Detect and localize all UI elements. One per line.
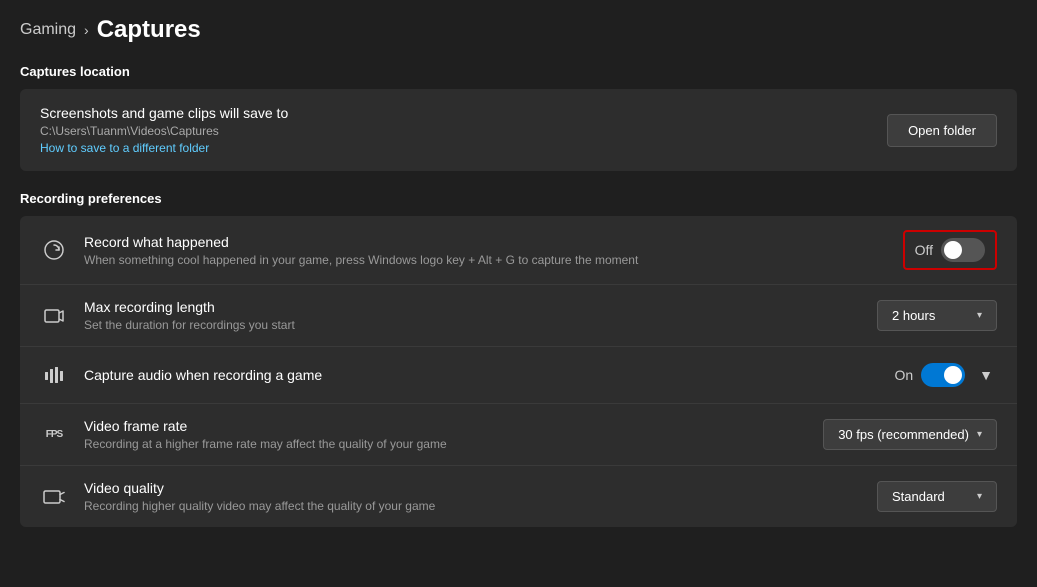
setting-text-max-recording: Max recording length Set the duration fo… xyxy=(84,299,295,332)
record-toggle[interactable] xyxy=(941,238,985,262)
max-recording-name: Max recording length xyxy=(84,299,295,315)
setting-row-frame-rate: FPS Video frame rate Recording at a high… xyxy=(20,404,1017,466)
video-frame-rate-icon: FPS xyxy=(40,421,68,449)
max-recording-value: 2 hours xyxy=(892,308,935,323)
frame-rate-dropdown[interactable]: 30 fps (recommended) ▾ xyxy=(823,419,997,450)
video-frame-rate-desc: Recording at a higher frame rate may aff… xyxy=(84,437,447,451)
video-frame-rate-name: Video frame rate xyxy=(84,418,447,434)
record-toggle-container: Off xyxy=(915,238,985,262)
recording-preferences-title: Recording preferences xyxy=(20,191,1017,206)
record-toggle-label: Off xyxy=(915,242,933,258)
settings-card: Record what happened When something cool… xyxy=(20,216,1017,527)
captures-location-title: Captures location xyxy=(20,64,1017,79)
audio-toggle[interactable] xyxy=(921,363,965,387)
different-folder-link[interactable]: How to save to a different folder xyxy=(40,141,288,155)
setting-left-frame-rate: FPS Video frame rate Recording at a high… xyxy=(40,418,823,451)
audio-toggle-label: On xyxy=(894,367,913,383)
setting-text-record: Record what happened When something cool… xyxy=(84,234,638,267)
setting-row-capture-audio: Capture audio when recording a game On ▼ xyxy=(20,347,1017,404)
record-what-happened-desc: When something cool happened in your gam… xyxy=(84,253,638,267)
frame-rate-value: 30 fps (recommended) xyxy=(838,427,969,442)
video-quality-desc: Recording higher quality video may affec… xyxy=(84,499,435,513)
location-info: Screenshots and game clips will save to … xyxy=(40,105,288,155)
page-title: Captures xyxy=(97,16,201,44)
video-quality-name: Video quality xyxy=(84,480,435,496)
page-header: Gaming › Captures xyxy=(0,0,1037,54)
setting-left-max-recording: Max recording length Set the duration fo… xyxy=(40,299,877,332)
audio-toggle-container: On xyxy=(894,363,965,387)
record-what-happened-control: Off xyxy=(903,230,997,270)
max-recording-dropdown[interactable]: 2 hours ▾ xyxy=(877,300,997,331)
record-toggle-slider xyxy=(941,238,985,262)
breadcrumb-gaming[interactable]: Gaming xyxy=(20,21,76,39)
open-folder-button[interactable]: Open folder xyxy=(887,114,997,147)
setting-text-frame-rate: Video frame rate Recording at a higher f… xyxy=(84,418,447,451)
max-recording-desc: Set the duration for recordings you star… xyxy=(84,318,295,332)
setting-row-video-quality: Video quality Recording higher quality v… xyxy=(20,466,1017,527)
video-quality-value: Standard xyxy=(892,489,945,504)
frame-rate-control: 30 fps (recommended) ▾ xyxy=(823,419,997,450)
max-recording-chevron: ▾ xyxy=(977,310,982,321)
capture-audio-control: On ▼ xyxy=(894,363,997,387)
setting-left-quality: Video quality Recording higher quality v… xyxy=(40,480,877,513)
video-quality-dropdown[interactable]: Standard ▾ xyxy=(877,481,997,512)
video-quality-chevron: ▾ xyxy=(977,491,982,502)
location-description: Screenshots and game clips will save to xyxy=(40,105,288,121)
main-content: Captures location Screenshots and game c… xyxy=(0,54,1037,551)
captures-location-card: Screenshots and game clips will save to … xyxy=(20,89,1017,171)
audio-toggle-slider xyxy=(921,363,965,387)
max-recording-control: 2 hours ▾ xyxy=(877,300,997,331)
capture-audio-icon xyxy=(40,361,68,389)
breadcrumb-separator: › xyxy=(84,22,89,38)
max-recording-icon xyxy=(40,302,68,330)
record-what-happened-name: Record what happened xyxy=(84,234,638,250)
setting-text-quality: Video quality Recording higher quality v… xyxy=(84,480,435,513)
record-what-happened-icon xyxy=(40,236,68,264)
capture-audio-name: Capture audio when recording a game xyxy=(84,367,322,383)
video-quality-control: Standard ▾ xyxy=(877,481,997,512)
setting-left-audio: Capture audio when recording a game xyxy=(40,361,894,389)
audio-expand-button[interactable]: ▼ xyxy=(975,363,997,387)
setting-row-max-recording: Max recording length Set the duration fo… xyxy=(20,285,1017,347)
setting-text-audio: Capture audio when recording a game xyxy=(84,367,322,383)
video-quality-icon xyxy=(40,483,68,511)
setting-row-record-what-happened: Record what happened When something cool… xyxy=(20,216,1017,285)
frame-rate-chevron: ▾ xyxy=(977,429,982,440)
location-path: C:\Users\Tuanm\Videos\Captures xyxy=(40,124,288,138)
setting-left-record: Record what happened When something cool… xyxy=(40,234,903,267)
